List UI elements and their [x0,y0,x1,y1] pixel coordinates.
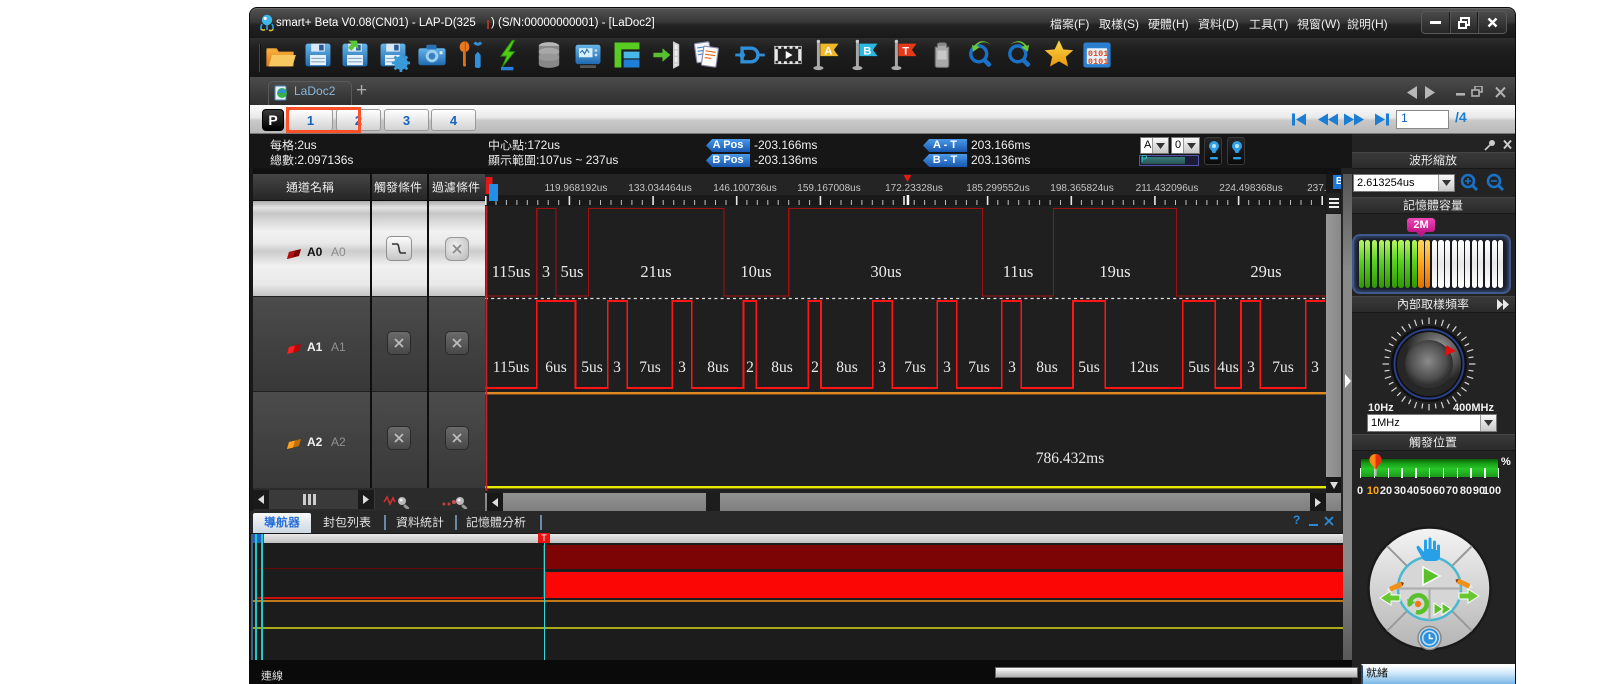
svg-text:21us: 21us [640,262,671,281]
svg-text:3: 3 [878,359,886,376]
svg-text:7us: 7us [904,359,926,376]
svg-text:11us: 11us [1003,262,1034,281]
svg-text:0101: 0101 [1088,57,1108,67]
svg-text:3: 3 [613,359,621,376]
svg-text:12us: 12us [1129,359,1158,376]
svg-text:7us: 7us [639,359,661,376]
svg-text:3: 3 [1008,359,1016,376]
svg-text:5us: 5us [1188,359,1210,376]
svg-text:3: 3 [1311,359,1319,376]
svg-text:8us: 8us [1036,359,1058,376]
svg-text:6us: 6us [545,359,567,376]
svg-text:786.432ms: 786.432ms [1036,450,1104,467]
svg-text:T: T [902,45,909,57]
svg-text:19us: 19us [1099,262,1130,281]
svg-text:119.968192us: 119.968192us [545,183,608,194]
svg-text:7us: 7us [968,359,990,376]
svg-text:8us: 8us [771,359,793,376]
svg-text:8us: 8us [707,359,729,376]
svg-text:224.498368us: 224.498368us [1219,183,1282,194]
svg-text:115us: 115us [492,262,531,281]
svg-text:8us: 8us [836,359,858,376]
svg-text:5us: 5us [561,262,584,281]
svg-text:29us: 29us [1250,262,1281,281]
svg-text:3: 3 [943,359,951,376]
svg-text:159.167008us: 159.167008us [797,183,860,194]
svg-text:5us: 5us [1078,359,1100,376]
svg-text:2: 2 [746,359,754,376]
svg-text:115us: 115us [493,359,529,376]
svg-text:30us: 30us [870,262,901,281]
svg-text:A: A [824,45,832,57]
svg-text:3: 3 [1247,359,1255,376]
svg-text:2: 2 [811,359,819,376]
svg-text:185.299552us: 185.299552us [966,183,1029,194]
svg-text:4us: 4us [1217,359,1239,376]
svg-text:133.034464us: 133.034464us [628,183,691,194]
svg-text:B: B [863,45,871,57]
svg-text:7us: 7us [1272,359,1294,376]
svg-text:5us: 5us [581,359,603,376]
svg-text:10us: 10us [740,262,771,281]
svg-text:146.100736us: 146.100736us [713,183,776,194]
svg-text:3: 3 [678,359,686,376]
svg-text:198.365824us: 198.365824us [1050,183,1113,194]
svg-text:211.432096us: 211.432096us [1136,183,1199,194]
svg-text:172.23328us: 172.23328us [885,183,943,194]
svg-text:237.56464us: 237.56464us [1307,183,1326,194]
svg-text:3: 3 [542,262,550,281]
